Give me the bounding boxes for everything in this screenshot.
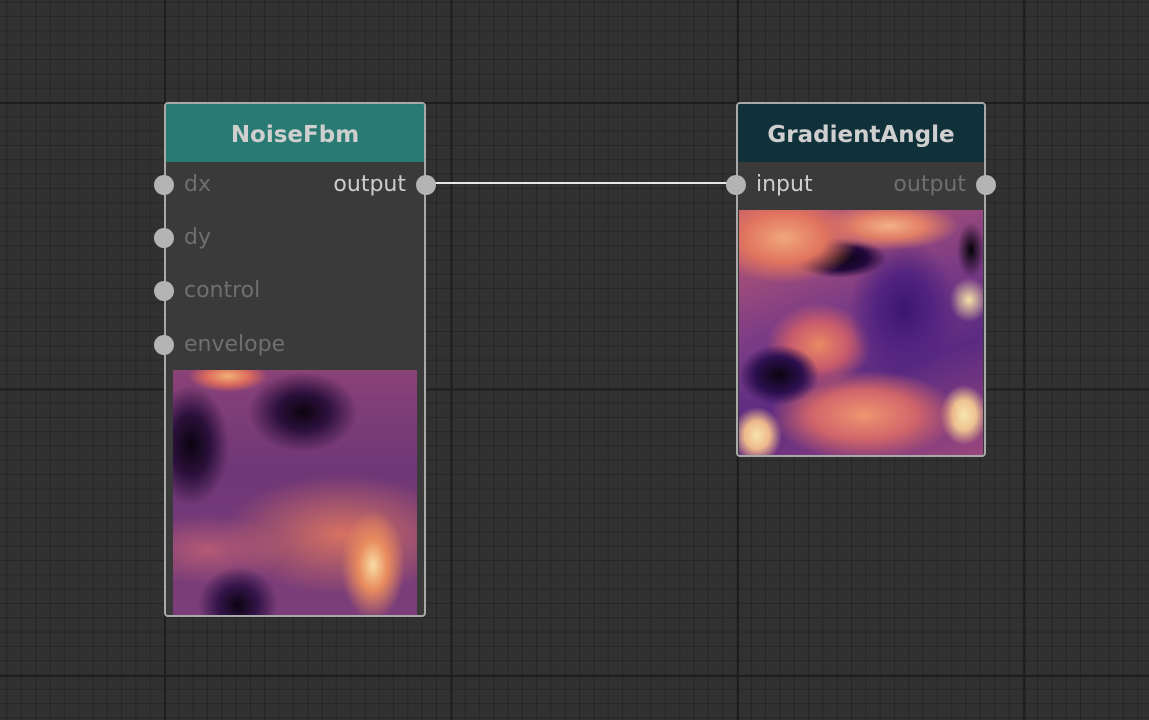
output-port-output-label: output — [333, 172, 406, 197]
node-noisefbm-title: NoiseFbm — [230, 122, 360, 148]
input-port-input-label: input — [756, 172, 813, 197]
input-port-control-label: control — [184, 278, 261, 303]
input-port-control[interactable] — [154, 281, 174, 301]
input-port-dx[interactable] — [154, 175, 174, 195]
output-port-output[interactable] — [416, 175, 436, 195]
node-gradientangle[interactable]: GradientAngle input output — [726, 102, 996, 457]
noise-preview-image — [173, 370, 417, 615]
input-port-envelope[interactable] — [154, 335, 174, 355]
node-gradientangle-header[interactable]: GradientAngle — [738, 104, 984, 162]
node-noisefbm[interactable]: NoiseFbm dx output dy control envelope — [154, 102, 436, 617]
port-row-envelope: envelope — [154, 330, 424, 360]
input-port-dx-label: dx — [184, 172, 211, 197]
output-port-output-label: output — [893, 172, 966, 197]
node-gradientangle-title: GradientAngle — [767, 122, 955, 148]
port-row-input: input output — [726, 170, 996, 200]
port-row-control: control — [154, 276, 424, 306]
node-graph-canvas[interactable]: NoiseFbm dx output dy control envelope G… — [0, 0, 1149, 720]
port-row-dx: dx output — [154, 170, 436, 200]
port-row-dy: dy — [154, 223, 424, 253]
output-port-output[interactable] — [976, 175, 996, 195]
input-port-dy[interactable] — [154, 228, 174, 248]
input-port-envelope-label: envelope — [184, 332, 286, 357]
node-noisefbm-header[interactable]: NoiseFbm — [166, 104, 424, 162]
input-port-input[interactable] — [726, 175, 746, 195]
gradient-preview-image — [739, 210, 983, 455]
input-port-dy-label: dy — [184, 225, 211, 250]
